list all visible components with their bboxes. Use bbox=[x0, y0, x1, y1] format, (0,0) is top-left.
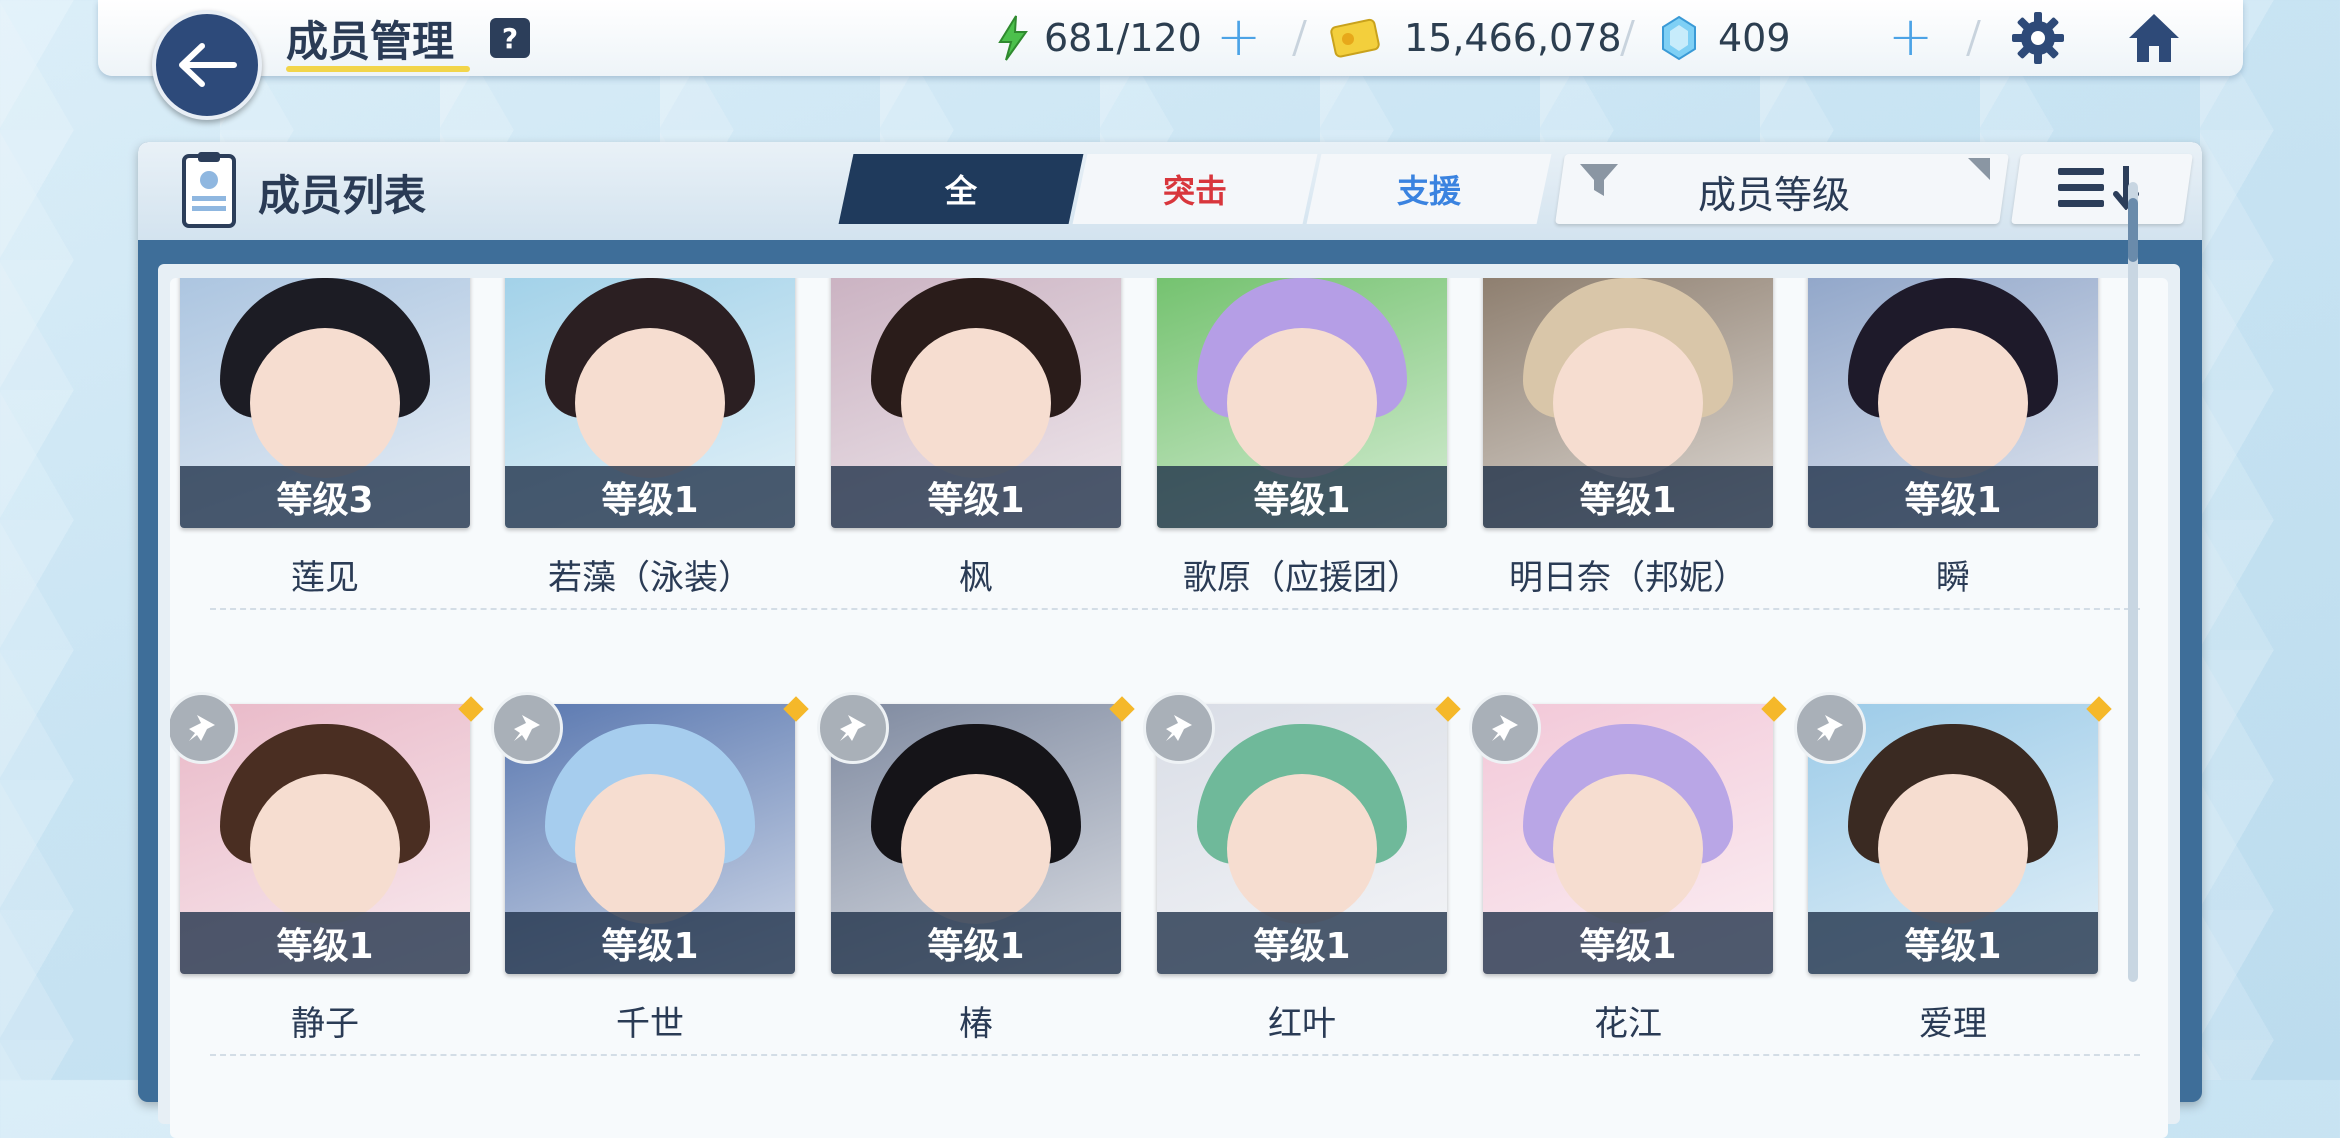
student-grid-inner[interactable]: 等级3 莲见 等级1 若藻（泳装） 等级1 枫等级1 歌原（应援团） 等级1 明日奈（邦妮） 等级… bbox=[170, 278, 2168, 1138]
student-name: 明日奈（邦妮） bbox=[1509, 558, 1747, 598]
filter-icon bbox=[1580, 164, 1618, 196]
sort-label: 成员等级 bbox=[1698, 173, 1851, 217]
filter-tabs: 全 突击 支援 bbox=[838, 154, 1552, 224]
tab-striker[interactable]: 突击 bbox=[1072, 154, 1318, 224]
student-grid: 等级3 莲见 等级1 若藻（泳装） 等级1 枫等级1 歌原（应援团） 等级1 明日奈（邦妮） 等级… bbox=[158, 264, 2180, 1138]
tab-special-label: 支援 bbox=[1396, 172, 1461, 210]
student-name: 若藻（泳装） bbox=[548, 558, 752, 598]
scrollbar-thumb[interactable] bbox=[2128, 198, 2138, 262]
student-card[interactable]: 等级1 bbox=[831, 278, 1121, 528]
page-title: 成员管理 bbox=[286, 17, 455, 66]
home-icon bbox=[2129, 14, 2179, 62]
student-level: 等级1 bbox=[1157, 912, 1447, 974]
row-divider bbox=[210, 1054, 2140, 1058]
pin-icon[interactable] bbox=[1794, 692, 1866, 764]
student-face bbox=[250, 774, 400, 924]
student-level: 等级1 bbox=[505, 912, 795, 974]
student-level: 等级1 bbox=[1483, 466, 1773, 528]
member-list-panel: 成员列表 全 突击 支援 成员等级 等级3 莲见 等级1 若藻（泳装） 等级1 枫等级1 歌… bbox=[138, 142, 2202, 1138]
pin-icon[interactable] bbox=[491, 692, 563, 764]
student-face bbox=[1553, 328, 1703, 478]
settings-button[interactable] bbox=[2008, 8, 2068, 68]
pin-icon[interactable] bbox=[817, 692, 889, 764]
pin-icon[interactable] bbox=[1469, 692, 1541, 764]
student-card[interactable]: 等级3 bbox=[180, 278, 470, 528]
student-card[interactable]: 等级1 bbox=[1157, 278, 1447, 528]
credits-value: 15,466,078 bbox=[1404, 16, 1622, 60]
add-ap-button[interactable]: + bbox=[1216, 10, 1261, 64]
lightning-icon bbox=[998, 15, 1028, 61]
student-name: 爱理 bbox=[1919, 1004, 1987, 1044]
gem-icon bbox=[1662, 15, 1696, 61]
corner-triangle-icon bbox=[1968, 158, 1990, 180]
credit-card-icon bbox=[1330, 18, 1380, 58]
student-face bbox=[1227, 328, 1377, 478]
ap-resource: 681/120 bbox=[996, 14, 1202, 62]
back-button[interactable] bbox=[152, 10, 262, 120]
student-level: 等级1 bbox=[1808, 466, 2098, 528]
student-level: 等级1 bbox=[505, 466, 795, 528]
student-name: 椿 bbox=[959, 1004, 993, 1044]
student-face bbox=[901, 328, 1051, 478]
student-card[interactable]: 等级1 bbox=[1483, 278, 1773, 528]
student-name: 静子 bbox=[291, 1004, 359, 1044]
help-button[interactable]: ? bbox=[490, 18, 530, 58]
student-name: 千世 bbox=[616, 1004, 684, 1044]
student-name: 莲见 bbox=[291, 558, 359, 598]
student-level: 等级1 bbox=[831, 912, 1121, 974]
tab-striker-label: 突击 bbox=[1162, 172, 1227, 210]
gems-resource: 409 bbox=[1660, 14, 1791, 62]
student-level: 等级3 bbox=[180, 466, 470, 528]
student-name: 歌原（应援团） bbox=[1183, 558, 1421, 598]
credits-resource: 15,466,078 bbox=[1330, 14, 1622, 62]
student-portrait: 等级1 bbox=[505, 278, 795, 528]
student-level: 等级1 bbox=[1808, 912, 2098, 974]
ap-value: 681/120 bbox=[1044, 16, 1202, 60]
student-face bbox=[1878, 774, 2028, 924]
student-face bbox=[575, 328, 725, 478]
gear-icon bbox=[2012, 12, 2064, 64]
panel-title: 成员列表 bbox=[258, 171, 427, 220]
student-card[interactable]: 等级1 bbox=[1808, 278, 2098, 528]
student-level: 等级1 bbox=[1483, 912, 1773, 974]
scrollbar-track[interactable] bbox=[2128, 182, 2138, 982]
student-face bbox=[1227, 774, 1377, 924]
member-card-icon bbox=[182, 152, 236, 228]
student-name: 花江 bbox=[1594, 1004, 1662, 1044]
student-face bbox=[1878, 328, 2028, 478]
row-divider bbox=[210, 608, 2140, 612]
student-level: 等级1 bbox=[1157, 466, 1447, 528]
title-underline bbox=[286, 66, 470, 72]
student-face bbox=[1553, 774, 1703, 924]
student-portrait: 等级1 bbox=[831, 278, 1121, 528]
student-face bbox=[250, 328, 400, 478]
arrow-left-icon bbox=[179, 43, 237, 87]
tab-all[interactable]: 全 bbox=[838, 154, 1084, 224]
student-portrait: 等级1 bbox=[1483, 278, 1773, 528]
tab-special[interactable]: 支援 bbox=[1306, 154, 1552, 224]
student-card[interactable]: 等级1 bbox=[505, 278, 795, 528]
student-name: 红叶 bbox=[1268, 1004, 1336, 1044]
gems-value: 409 bbox=[1718, 16, 1791, 60]
student-level: 等级1 bbox=[831, 466, 1121, 528]
student-portrait: 等级1 bbox=[1157, 278, 1447, 528]
tab-all-label: 全 bbox=[944, 172, 977, 210]
student-name: 瞬 bbox=[1936, 558, 1970, 598]
student-level: 等级1 bbox=[180, 912, 470, 974]
home-button[interactable] bbox=[2124, 8, 2184, 68]
student-face bbox=[575, 774, 725, 924]
student-portrait: 等级1 bbox=[1808, 278, 2098, 528]
student-name: 枫 bbox=[959, 558, 993, 598]
student-face bbox=[901, 774, 1051, 924]
add-gems-button[interactable]: + bbox=[1888, 10, 1933, 64]
pin-icon[interactable] bbox=[1143, 692, 1215, 764]
student-portrait: 等级3 bbox=[180, 278, 470, 528]
